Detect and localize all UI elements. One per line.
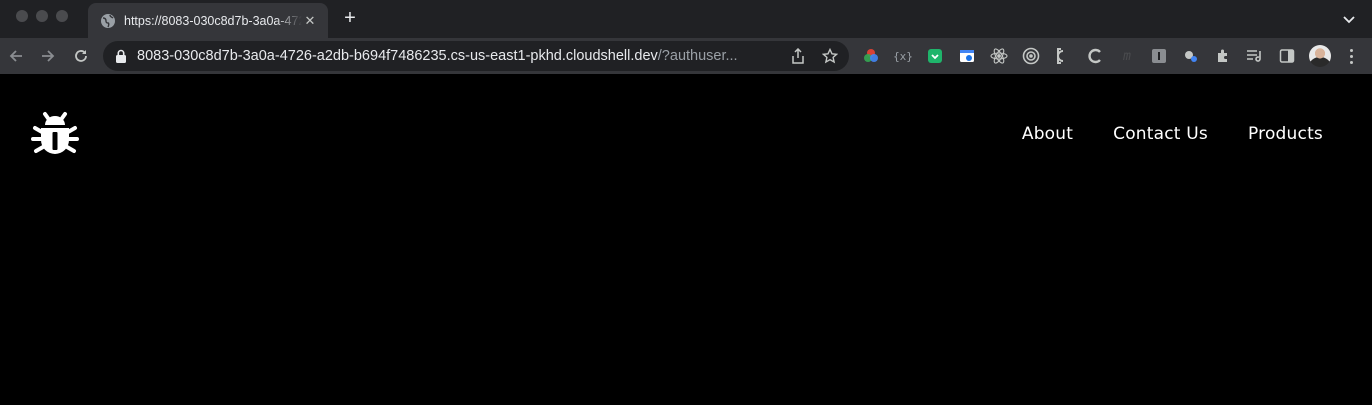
tab-search-chevron-icon[interactable] [1342,12,1356,26]
arrow-left-icon [9,50,22,62]
browser-toolbar: 8083-030c8d7b-3a0a-4726-a2db-b694f748623… [0,38,1372,74]
reading-list-icon[interactable] [1246,47,1264,65]
browser-menu-icon[interactable] [1343,47,1359,65]
window-extension-icon[interactable] [958,47,976,65]
tab-title: https://8083-030c8d7b-3a0a-4726-a2db-b69… [124,13,302,28]
reload-icon [75,50,87,62]
color-wheel-extension-icon[interactable] [862,47,880,65]
browser-tab-strip: https://8083-030c8d7b-3a0a-4726-a2db-b69… [0,0,1372,38]
page-content: About Contact Us Products [0,74,1372,405]
new-tab-button[interactable]: + [340,8,360,29]
m-extension-icon[interactable]: m [1118,47,1136,65]
bracket-c-extension-icon[interactable] [1054,47,1072,65]
nav-link-about[interactable]: About [1022,124,1073,144]
url-path: /?authuser... [657,48,738,64]
lock-icon[interactable] [115,49,127,63]
url-host: 8083-030c8d7b-3a0a-4726-a2db-b694f748623… [137,48,658,64]
address-bar[interactable]: 8083-030c8d7b-3a0a-4726-a2db-b694f748623… [103,41,849,71]
target-extension-icon[interactable] [1022,47,1040,65]
window-minimize-button[interactable] [36,10,48,22]
info-extension-icon[interactable] [1150,47,1168,65]
forward-button[interactable] [38,46,58,66]
share-icon[interactable] [789,47,807,65]
back-button[interactable] [6,46,26,66]
globe-icon [101,13,115,28]
side-panel-icon[interactable] [1278,47,1296,65]
puzzle-extensions-icon[interactable] [1214,47,1232,65]
nav-link-products[interactable]: Products [1248,124,1323,144]
bookmark-star-icon[interactable] [821,47,839,65]
react-devtools-icon[interactable] [990,47,1008,65]
c-extension-icon[interactable] [1086,47,1104,65]
window-close-button[interactable] [16,10,28,22]
window-zoom-button[interactable] [56,10,68,22]
site-navigation: About Contact Us Products [1022,124,1323,144]
profile-avatar[interactable] [1309,45,1331,67]
url-text[interactable]: 8083-030c8d7b-3a0a-4726-a2db-b694f748623… [137,48,775,64]
save-extension-icon[interactable] [926,47,944,65]
browser-tab[interactable]: https://8083-030c8d7b-3a0a-4726-a2db-b69… [88,3,328,38]
reload-button[interactable] [71,46,91,66]
nav-link-contact-us[interactable]: Contact Us [1113,124,1208,144]
bug-icon[interactable] [31,110,79,160]
arrow-right-icon [42,50,55,62]
braces-extension-icon[interactable]: {x} [893,47,913,65]
tab-close-icon[interactable]: ✕ [302,13,318,29]
wrench-extension-icon[interactable] [1182,47,1200,65]
